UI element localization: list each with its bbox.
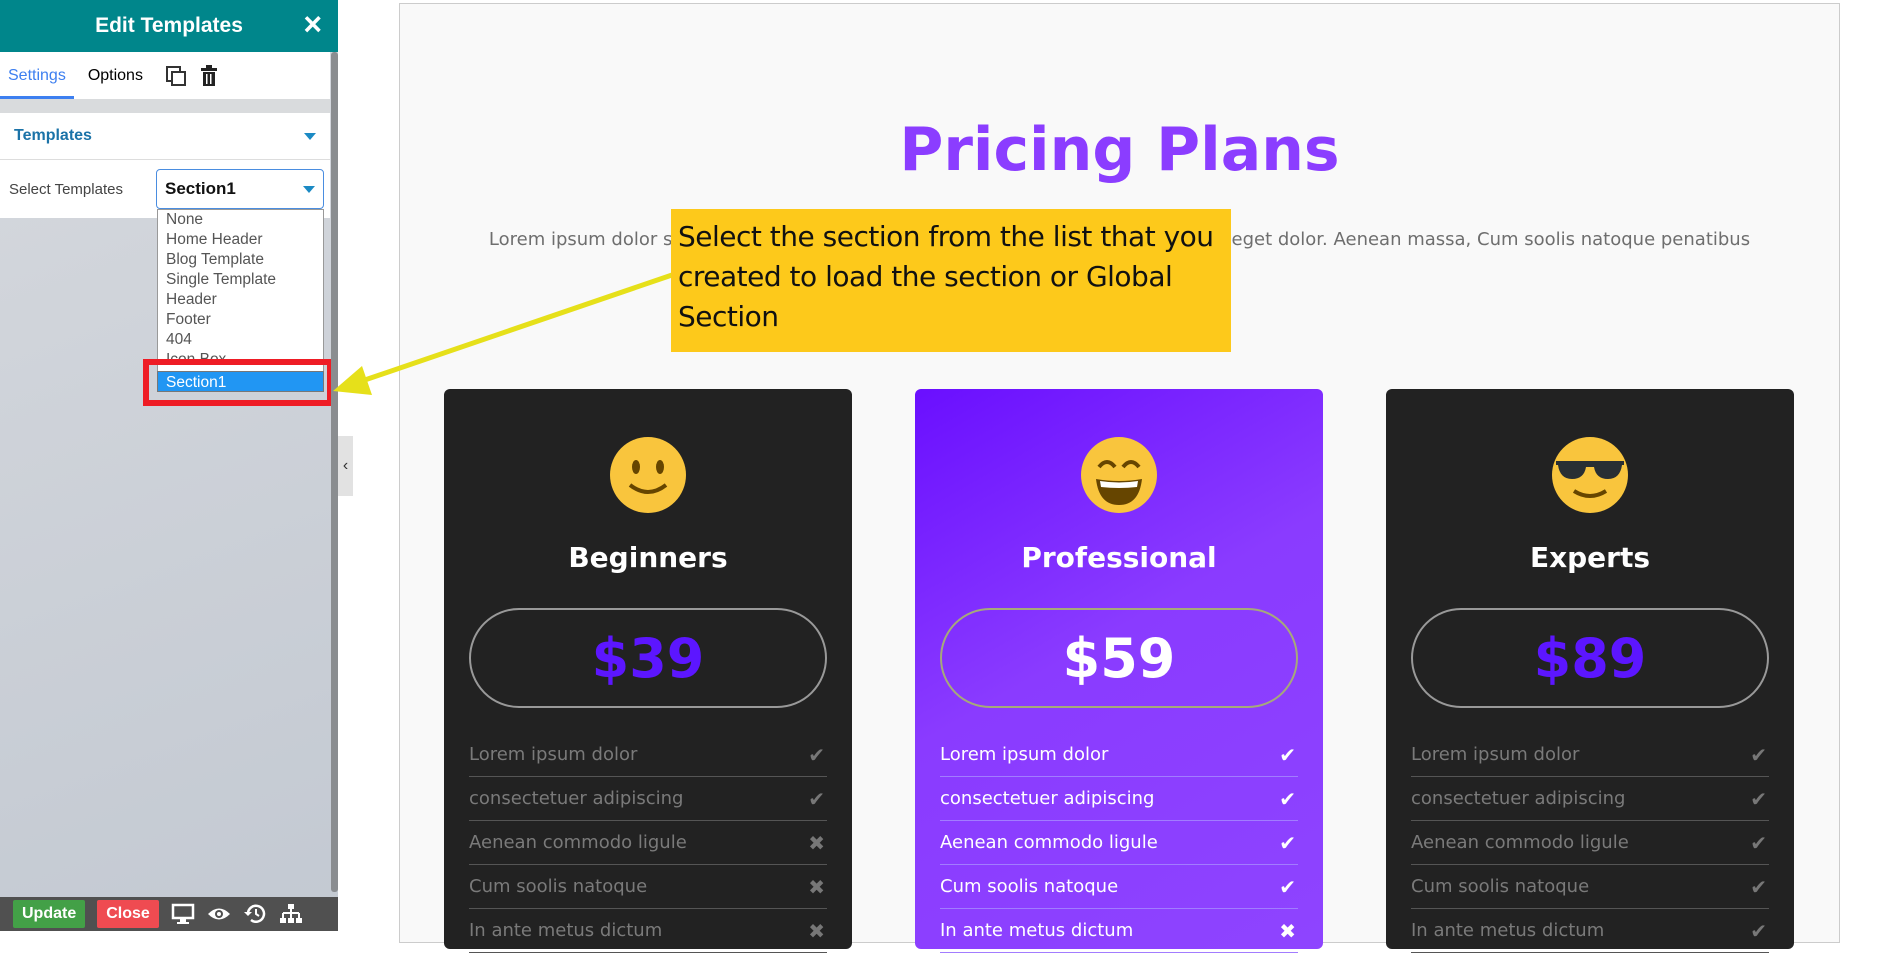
option-404[interactable]: 404	[158, 330, 323, 350]
feature-text: Lorem ipsum dolor	[940, 744, 1109, 765]
plan-name: Professional	[1021, 541, 1217, 574]
section-title: Templates	[14, 127, 92, 144]
option-header[interactable]: Header	[158, 290, 323, 310]
feature-text: Cum soolis natoque	[469, 876, 648, 897]
plan-name: Beginners	[568, 541, 728, 574]
feature-item: In ante metus dictum ✖	[469, 909, 827, 953]
check-icon: ✔	[808, 742, 825, 767]
close-button[interactable]: Close	[97, 900, 159, 928]
option-footer[interactable]: Footer	[158, 310, 323, 330]
feature-text: consectetuer adipiscing	[940, 788, 1155, 809]
check-icon: ✔	[1750, 742, 1767, 767]
page-title: Pricing Plans	[899, 115, 1340, 185]
template-select[interactable]: Section1	[156, 169, 324, 209]
feature-text: Cum soolis natoque	[1411, 876, 1590, 897]
feature-item: In ante metus dictum ✖	[940, 909, 1298, 953]
check-icon: ✔	[1279, 742, 1296, 767]
bottom-toolbar: Update Close	[0, 897, 338, 931]
price-badge: $59	[940, 608, 1298, 708]
feature-item: consectetuer adipiscing ✔	[469, 777, 827, 821]
edit-templates-panel: Edit Templates × Settings Options Templa…	[0, 0, 338, 931]
collapse-panel-button[interactable]: ‹	[338, 436, 353, 496]
check-icon: ✔	[1279, 786, 1296, 811]
sitemap-icon[interactable]	[279, 903, 303, 925]
price: $39	[591, 626, 705, 690]
select-value: Section1	[165, 179, 236, 198]
callout-annotation: Select the section from the list that yo…	[671, 209, 1231, 352]
cross-icon: ✖	[808, 830, 825, 855]
close-icon[interactable]: ×	[303, 8, 322, 40]
feature-item: Lorem ipsum dolor ✔	[940, 733, 1298, 777]
feature-text: Aenean commodo ligule	[1411, 832, 1629, 853]
feature-item: Lorem ipsum dolor ✔	[469, 733, 827, 777]
feature-text: Aenean commodo ligule	[940, 832, 1158, 853]
panel-title: Edit Templates	[95, 14, 243, 37]
eye-icon[interactable]	[207, 903, 231, 925]
tab-settings[interactable]: Settings	[0, 52, 74, 99]
check-icon: ✔	[1750, 830, 1767, 855]
feature-list: Lorem ipsum dolor ✔ consectetuer adipiscin…	[1411, 733, 1769, 953]
templates-section-toggle[interactable]: Templates	[0, 113, 330, 160]
desktop-icon[interactable]	[171, 903, 195, 925]
pricing-card-beginners: Beginners $39 Lorem ipsum dolor ✔ consecte…	[444, 389, 852, 953]
feature-text: Lorem ipsum dolor	[1411, 744, 1580, 765]
option-single-template[interactable]: Single Template	[158, 270, 323, 290]
panel-tabs: Settings Options	[0, 52, 330, 99]
caret-down-icon	[304, 132, 316, 140]
check-icon: ✔	[1750, 786, 1767, 811]
check-icon: ✔	[1750, 874, 1767, 899]
check-icon: ✔	[808, 786, 825, 811]
feature-list: Lorem ipsum dolor ✔ consectetuer adipiscin…	[940, 733, 1298, 953]
feature-item: Cum soolis natoque ✔	[1411, 865, 1769, 909]
caret-down-icon	[303, 185, 315, 193]
option-none[interactable]: None	[158, 210, 323, 230]
price: $59	[1062, 626, 1176, 690]
panel-scrollbar[interactable]	[331, 52, 338, 892]
panel-header: Edit Templates	[0, 0, 338, 52]
check-icon: ✔	[1279, 830, 1296, 855]
feature-list: Lorem ipsum dolor ✔ consectetuer adipiscin…	[469, 733, 827, 953]
grin-emoji-icon	[1081, 437, 1157, 513]
highlight-box	[143, 359, 333, 406]
feature-item: Cum soolis natoque ✖	[469, 865, 827, 909]
feature-item: consectetuer adipiscing ✔	[1411, 777, 1769, 821]
feature-item: In ante metus dictum ✔	[1411, 909, 1769, 953]
trash-icon[interactable]	[199, 64, 219, 87]
feature-text: Lorem ipsum dolor	[469, 744, 638, 765]
feature-item: Aenean commodo ligule ✔	[1411, 821, 1769, 865]
check-icon: ✔	[1279, 874, 1296, 899]
feature-text: consectetuer adipiscing	[469, 788, 684, 809]
update-button[interactable]: Update	[13, 900, 86, 928]
price-badge: $39	[469, 608, 827, 708]
feature-item: consectetuer adipiscing ✔	[940, 777, 1298, 821]
divider	[0, 99, 330, 113]
feature-text: consectetuer adipiscing	[1411, 788, 1626, 809]
price-badge: $89	[1411, 608, 1769, 708]
feature-text: Aenean commodo ligule	[469, 832, 687, 853]
feature-text: Cum soolis natoque	[940, 876, 1119, 897]
smile-emoji-icon	[610, 437, 686, 513]
plan-name: Experts	[1529, 541, 1651, 574]
price: $89	[1533, 626, 1647, 690]
option-blog-template[interactable]: Blog Template	[158, 250, 323, 270]
tab-options[interactable]: Options	[80, 52, 151, 99]
feature-item: Aenean commodo ligule ✔	[940, 821, 1298, 865]
option-home-header[interactable]: Home Header	[158, 230, 323, 250]
pricing-card-experts: Experts $89 Lorem ipsum dolor ✔ consectetu…	[1386, 389, 1794, 953]
history-icon[interactable]	[243, 903, 267, 925]
cross-icon: ✖	[808, 874, 825, 899]
feature-item: Cum soolis natoque ✔	[940, 865, 1298, 909]
sunglasses-emoji-icon	[1552, 437, 1628, 513]
feature-item: Lorem ipsum dolor ✔	[1411, 733, 1769, 777]
pricing-card-professional: Professional $59 Lorem ipsum dolor ✔ conse…	[915, 389, 1323, 953]
feature-item: Aenean commodo ligule ✖	[469, 821, 827, 865]
select-label: Select Templates	[9, 181, 123, 198]
duplicate-icon[interactable]	[165, 65, 187, 87]
